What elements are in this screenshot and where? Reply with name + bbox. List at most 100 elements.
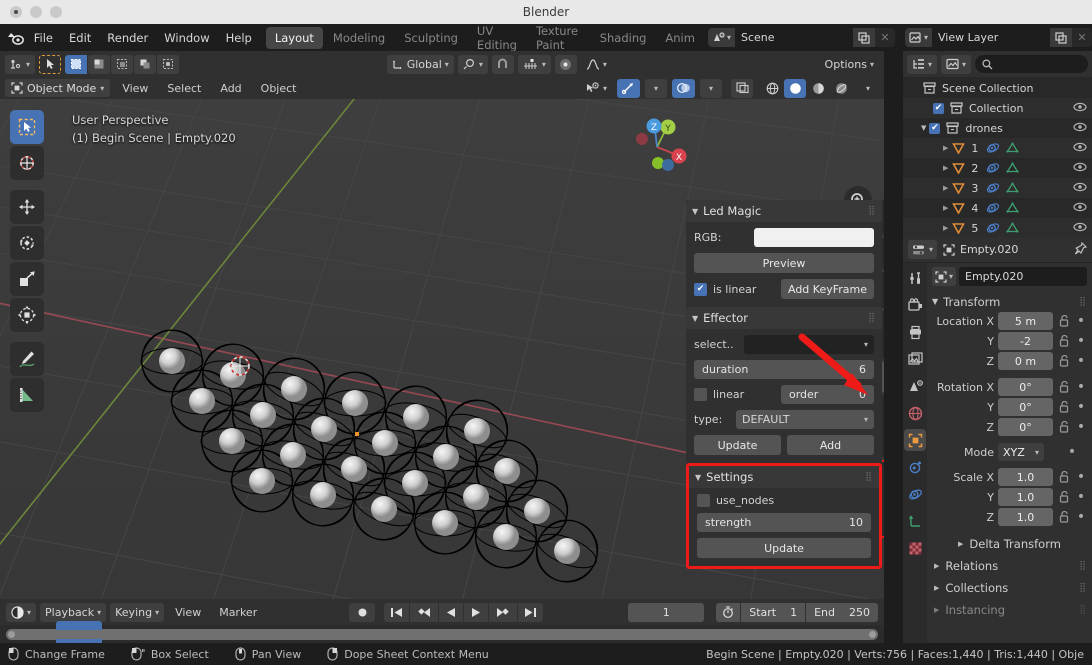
overlays-icon[interactable]	[672, 78, 695, 98]
effector-add-button[interactable]: Add	[787, 435, 874, 455]
properties-editor-icon[interactable]: ▾	[908, 240, 938, 259]
transform-orientation-dropdown[interactable]: Global ▾	[386, 54, 454, 74]
menu-edit[interactable]: Edit	[61, 28, 99, 48]
measure-tool[interactable]	[10, 378, 44, 412]
tab-modeling[interactable]: Modeling	[324, 27, 394, 49]
snap-settings-dropdown[interactable]: ▾	[517, 54, 551, 74]
physics-icon[interactable]	[986, 202, 1000, 214]
gizmo-dropdown[interactable]: ▾	[645, 78, 667, 98]
preview-button[interactable]: Preview	[694, 253, 874, 273]
falloff-curve-dropdown[interactable]: ▾	[580, 54, 612, 74]
tweak-select-tool[interactable]	[10, 110, 44, 144]
use-nodes-checkbox[interactable]	[697, 494, 710, 507]
current-frame-field[interactable]: 1	[628, 602, 705, 622]
eye-icon[interactable]	[1073, 162, 1087, 175]
move-tool[interactable]	[10, 190, 44, 224]
viewport-menu-view[interactable]: View	[115, 80, 155, 97]
object-icon[interactable]: ▾	[932, 267, 957, 286]
end-frame-field[interactable]: End 250	[806, 602, 879, 622]
lock-icon[interactable]	[1057, 491, 1071, 503]
x-icon[interactable]: ✕	[875, 28, 895, 47]
lock-icon[interactable]	[1057, 511, 1071, 523]
horizontal-scrollbar[interactable]	[6, 629, 878, 640]
chevron-right-icon[interactable]: ▶	[943, 144, 948, 152]
lock-icon[interactable]	[1057, 335, 1071, 347]
rendered-icon[interactable]	[830, 78, 852, 98]
material-preview-icon[interactable]	[807, 78, 829, 98]
mesh-data-icon[interactable]	[1006, 162, 1020, 174]
scale-tool[interactable]	[10, 262, 44, 296]
scrollbar-handle-right[interactable]	[869, 631, 876, 638]
animate-dot-icon[interactable]: •	[1075, 420, 1087, 434]
collections-section[interactable]: ▶ Collections ⣿	[932, 577, 1087, 599]
animate-dot-icon[interactable]: •	[1075, 380, 1087, 394]
properties-tab-output[interactable]	[904, 321, 926, 343]
properties-tab-render[interactable]	[904, 294, 926, 316]
outliner-row-collection[interactable]: Collection	[903, 98, 1092, 118]
intersect-select-icon[interactable]	[157, 54, 180, 74]
effector-update-button[interactable]: Update	[694, 435, 781, 455]
eye-icon[interactable]	[1073, 222, 1087, 235]
effector-panel-header[interactable]: ▼ Effector ⣿	[686, 307, 882, 329]
transform-section-header[interactable]: ▼ Transform ⣿	[932, 292, 1087, 311]
animate-dot-icon[interactable]: •	[1075, 334, 1087, 348]
filter-icon[interactable]: ▾	[941, 54, 972, 74]
scale-y-field[interactable]: 1.0	[998, 488, 1053, 506]
tab-shading[interactable]: Shading	[591, 27, 656, 49]
properties-tab-view-layer[interactable]	[904, 348, 926, 370]
play-icon[interactable]	[464, 602, 489, 622]
search-input[interactable]	[975, 55, 1088, 73]
gizmo-icon[interactable]	[617, 78, 640, 98]
start-frame-field[interactable]: Start 1	[741, 602, 806, 622]
timeline-scrollbar-area[interactable]	[0, 625, 884, 643]
settings-panel-header[interactable]: ▼ Settings ⣿	[689, 466, 879, 488]
menu-file[interactable]: File	[26, 28, 61, 48]
eye-icon[interactable]	[1073, 202, 1087, 215]
mesh-data-icon[interactable]	[1006, 182, 1020, 194]
object-mode-dropdown[interactable]: Object Mode ▾	[5, 79, 111, 97]
chevron-right-icon[interactable]: ▶	[943, 204, 948, 212]
properties-tab-physics[interactable]	[904, 483, 926, 505]
is-linear-checkbox[interactable]	[694, 282, 707, 296]
xray-icon[interactable]	[731, 78, 753, 98]
lock-icon[interactable]	[1057, 421, 1071, 433]
collection-enable-checkbox[interactable]	[933, 102, 944, 114]
rotation-y-field[interactable]: 0°	[998, 398, 1053, 416]
timeline-editor-icon[interactable]: ▾	[6, 602, 37, 622]
animate-dot-icon[interactable]: •	[1075, 490, 1087, 504]
timeline-playback-menu[interactable]: Playback ▾	[40, 602, 107, 622]
rotation-mode-dropdown[interactable]: XYZ ▾	[998, 443, 1044, 461]
set-select-icon[interactable]	[65, 54, 88, 74]
properties-tab-tool[interactable]	[904, 267, 926, 289]
pin-icon[interactable]	[1074, 241, 1088, 258]
overlays-dropdown[interactable]: ▾	[700, 78, 722, 98]
tab-sculpting[interactable]: Sculpting	[395, 27, 467, 49]
record-icon[interactable]	[349, 602, 376, 622]
collection-enable-checkbox[interactable]	[929, 122, 941, 134]
viewport-menu-select[interactable]: Select	[160, 80, 208, 97]
blender-logo-icon[interactable]	[6, 29, 26, 47]
n-tab-flight-check[interactable]: Flight Check	[882, 460, 884, 538]
cursor-select-icon[interactable]	[39, 54, 62, 74]
outliner-row-object[interactable]: ▶ 3	[903, 178, 1092, 198]
viewport-menu-add[interactable]: Add	[213, 80, 248, 97]
scrollbar-handle-left[interactable]	[8, 631, 15, 638]
eye-icon[interactable]	[1073, 102, 1087, 115]
physics-icon[interactable]	[986, 182, 1000, 194]
rgb-color-swatch[interactable]	[754, 228, 874, 247]
n-tab-tool[interactable]: Tool	[882, 237, 884, 270]
pivot-point-dropdown[interactable]: ▾	[457, 54, 488, 74]
rotation-x-field[interactable]: 0°	[998, 378, 1053, 396]
properties-tab-object[interactable]	[904, 429, 926, 451]
breadcrumb[interactable]: Empty.020	[943, 243, 1018, 256]
led-magic-panel-header[interactable]: ▼ Led Magic ⣿	[686, 200, 882, 222]
eye-icon[interactable]	[1073, 142, 1087, 155]
options-dropdown[interactable]: Options ▾	[819, 54, 880, 74]
transform-tool[interactable]	[10, 298, 44, 332]
duplicate-icon[interactable]	[852, 28, 875, 47]
extend-select-icon[interactable]	[88, 54, 111, 74]
type-dropdown[interactable]: DEFAULT ▾	[736, 410, 874, 429]
add-keyframe-button[interactable]: Add KeyFrame	[781, 279, 874, 299]
scene-icon[interactable]: ▾	[707, 28, 735, 47]
tab-layout[interactable]: Layout	[265, 26, 323, 49]
